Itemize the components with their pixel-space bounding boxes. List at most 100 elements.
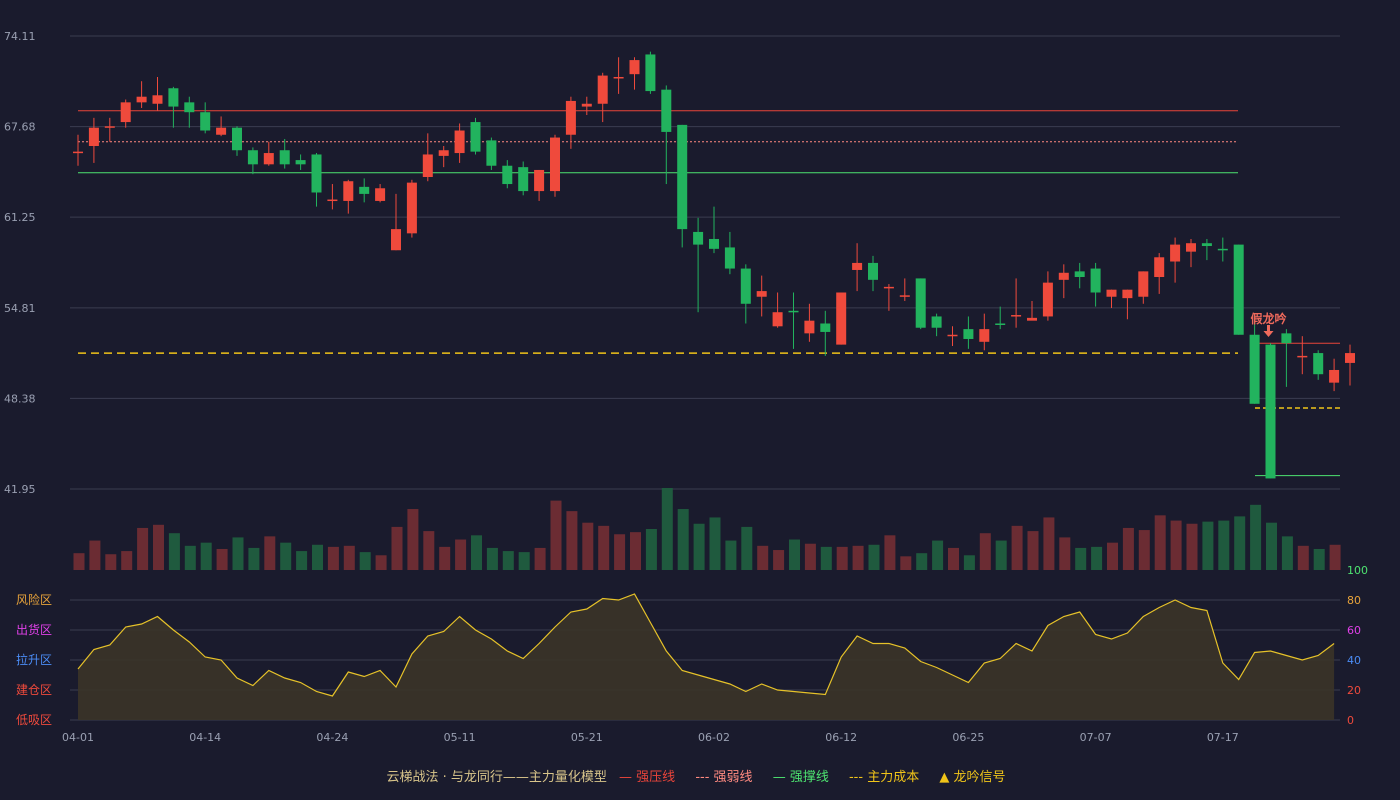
legend-signal-symbol: ▲ (939, 770, 950, 785)
legend-title: 云梯战法 · 与龙同行——主力量化模型 (386, 770, 607, 785)
volume-bar (1202, 521, 1214, 570)
date-tick-label: 04-01 (62, 731, 94, 744)
candle-body (359, 186, 370, 194)
candle-body (1281, 333, 1292, 344)
candle-body (581, 103, 592, 107)
date-tick-label: 07-17 (1207, 731, 1239, 744)
candle-body (1217, 248, 1228, 251)
volume-bar (1297, 545, 1309, 570)
date-axis: 04-01 04-14 04-24 05-11 05-21 06-02 06-12 06-25… (62, 731, 1239, 744)
candle-body (470, 122, 481, 152)
candle-body (295, 160, 306, 165)
candle-body (1106, 289, 1117, 297)
legend-item-cost[interactable]: --- 主力成本 (849, 770, 919, 785)
volume-bar (757, 545, 769, 570)
volume-bar (677, 509, 689, 570)
volume-bar (248, 547, 260, 570)
legend-cost-label: 主力成本 (867, 770, 920, 785)
candle-body (804, 320, 815, 334)
candle-body (1090, 268, 1101, 293)
volume-bar (789, 539, 800, 570)
legend-item-pressure[interactable]: — 强压线 (619, 770, 675, 785)
legend-item-weak[interactable]: --- 强弱线 (695, 770, 752, 785)
date-tick-label: 04-24 (316, 731, 348, 744)
volume-bar (709, 517, 721, 570)
volume-bar (725, 540, 737, 570)
candle-body (677, 124, 688, 230)
candle-body (422, 154, 433, 177)
signal-arrow-head (1263, 331, 1274, 337)
volume-bar (932, 540, 944, 570)
indicator-zone-label: 低吸区 (16, 713, 52, 727)
candle-body (311, 154, 322, 193)
volume-bar (645, 529, 657, 570)
legend-pressure-symbol: — (619, 770, 633, 785)
volume-bar (264, 536, 276, 570)
candle-body (263, 153, 274, 165)
candle-body (88, 127, 99, 147)
volume-bar (518, 552, 530, 570)
volume-bar (1154, 515, 1166, 570)
volume-bar (1218, 520, 1230, 570)
volume-bar (868, 544, 880, 570)
date-tick-label: 04-14 (189, 731, 221, 744)
volume-bar (216, 548, 228, 570)
volume-bar (1250, 504, 1262, 570)
volume-bar (407, 509, 419, 570)
indicator-right-tick: 100 (1347, 564, 1368, 577)
candle-body (1329, 369, 1340, 383)
candle-body (883, 286, 894, 289)
candle-body (327, 199, 338, 202)
candle-body (1345, 353, 1355, 363)
signal-marker: 假龙吟 (1250, 311, 1287, 337)
indicator-zone-label: 风险区 (16, 592, 52, 607)
candle-body (613, 76, 624, 79)
volume-bar (550, 500, 562, 570)
volume-bar (121, 551, 133, 570)
candle-body (597, 75, 608, 104)
candle-body (820, 323, 831, 332)
volume-bar (948, 547, 959, 570)
candle-body (232, 127, 242, 151)
volume-bar (423, 531, 435, 570)
candle-body (486, 140, 497, 166)
volume-bar (852, 545, 864, 570)
volume-bar (1027, 531, 1039, 570)
date-tick-label: 05-11 (444, 731, 476, 744)
candle-body (740, 268, 751, 304)
legend-item-signal[interactable]: ▲ 龙吟信号 (939, 770, 1005, 785)
candle-body (406, 182, 417, 234)
candle-body (1265, 344, 1276, 479)
volume-bar (741, 526, 753, 570)
volume-bar (391, 526, 403, 570)
volume-bar (1075, 547, 1087, 570)
candle-body (184, 102, 195, 113)
candle-body (1154, 257, 1165, 278)
volume-bar (312, 544, 323, 570)
volume-bar (916, 553, 928, 570)
volume-bar (534, 547, 546, 570)
candle-body (120, 102, 131, 123)
volume-bar (804, 543, 816, 570)
volume-bar (884, 535, 896, 570)
candle-body (454, 130, 465, 154)
volume-bar (455, 539, 467, 570)
volume-bar (375, 555, 387, 570)
price-tick-label: 74.11 (4, 30, 36, 43)
volume-bar (1329, 544, 1341, 570)
candle-body (550, 137, 560, 192)
volume-bar (200, 542, 212, 570)
legend-signal-label: 龙吟信号 (953, 770, 1006, 785)
indicator-area (78, 594, 1335, 720)
volume-bar (1043, 517, 1055, 570)
volume-bar (486, 547, 498, 570)
candle-body (1186, 243, 1196, 252)
date-tick-label: 05-21 (571, 731, 603, 744)
grid-lines (70, 35, 1340, 490)
signal-arrow-stem (1267, 325, 1270, 331)
price-tick-label: 48.38 (4, 392, 36, 405)
volume-bar (1011, 525, 1023, 570)
volume-bar (168, 533, 180, 570)
legend-item-support[interactable]: — 强撑线 (773, 770, 829, 785)
volume-bar (105, 554, 117, 570)
